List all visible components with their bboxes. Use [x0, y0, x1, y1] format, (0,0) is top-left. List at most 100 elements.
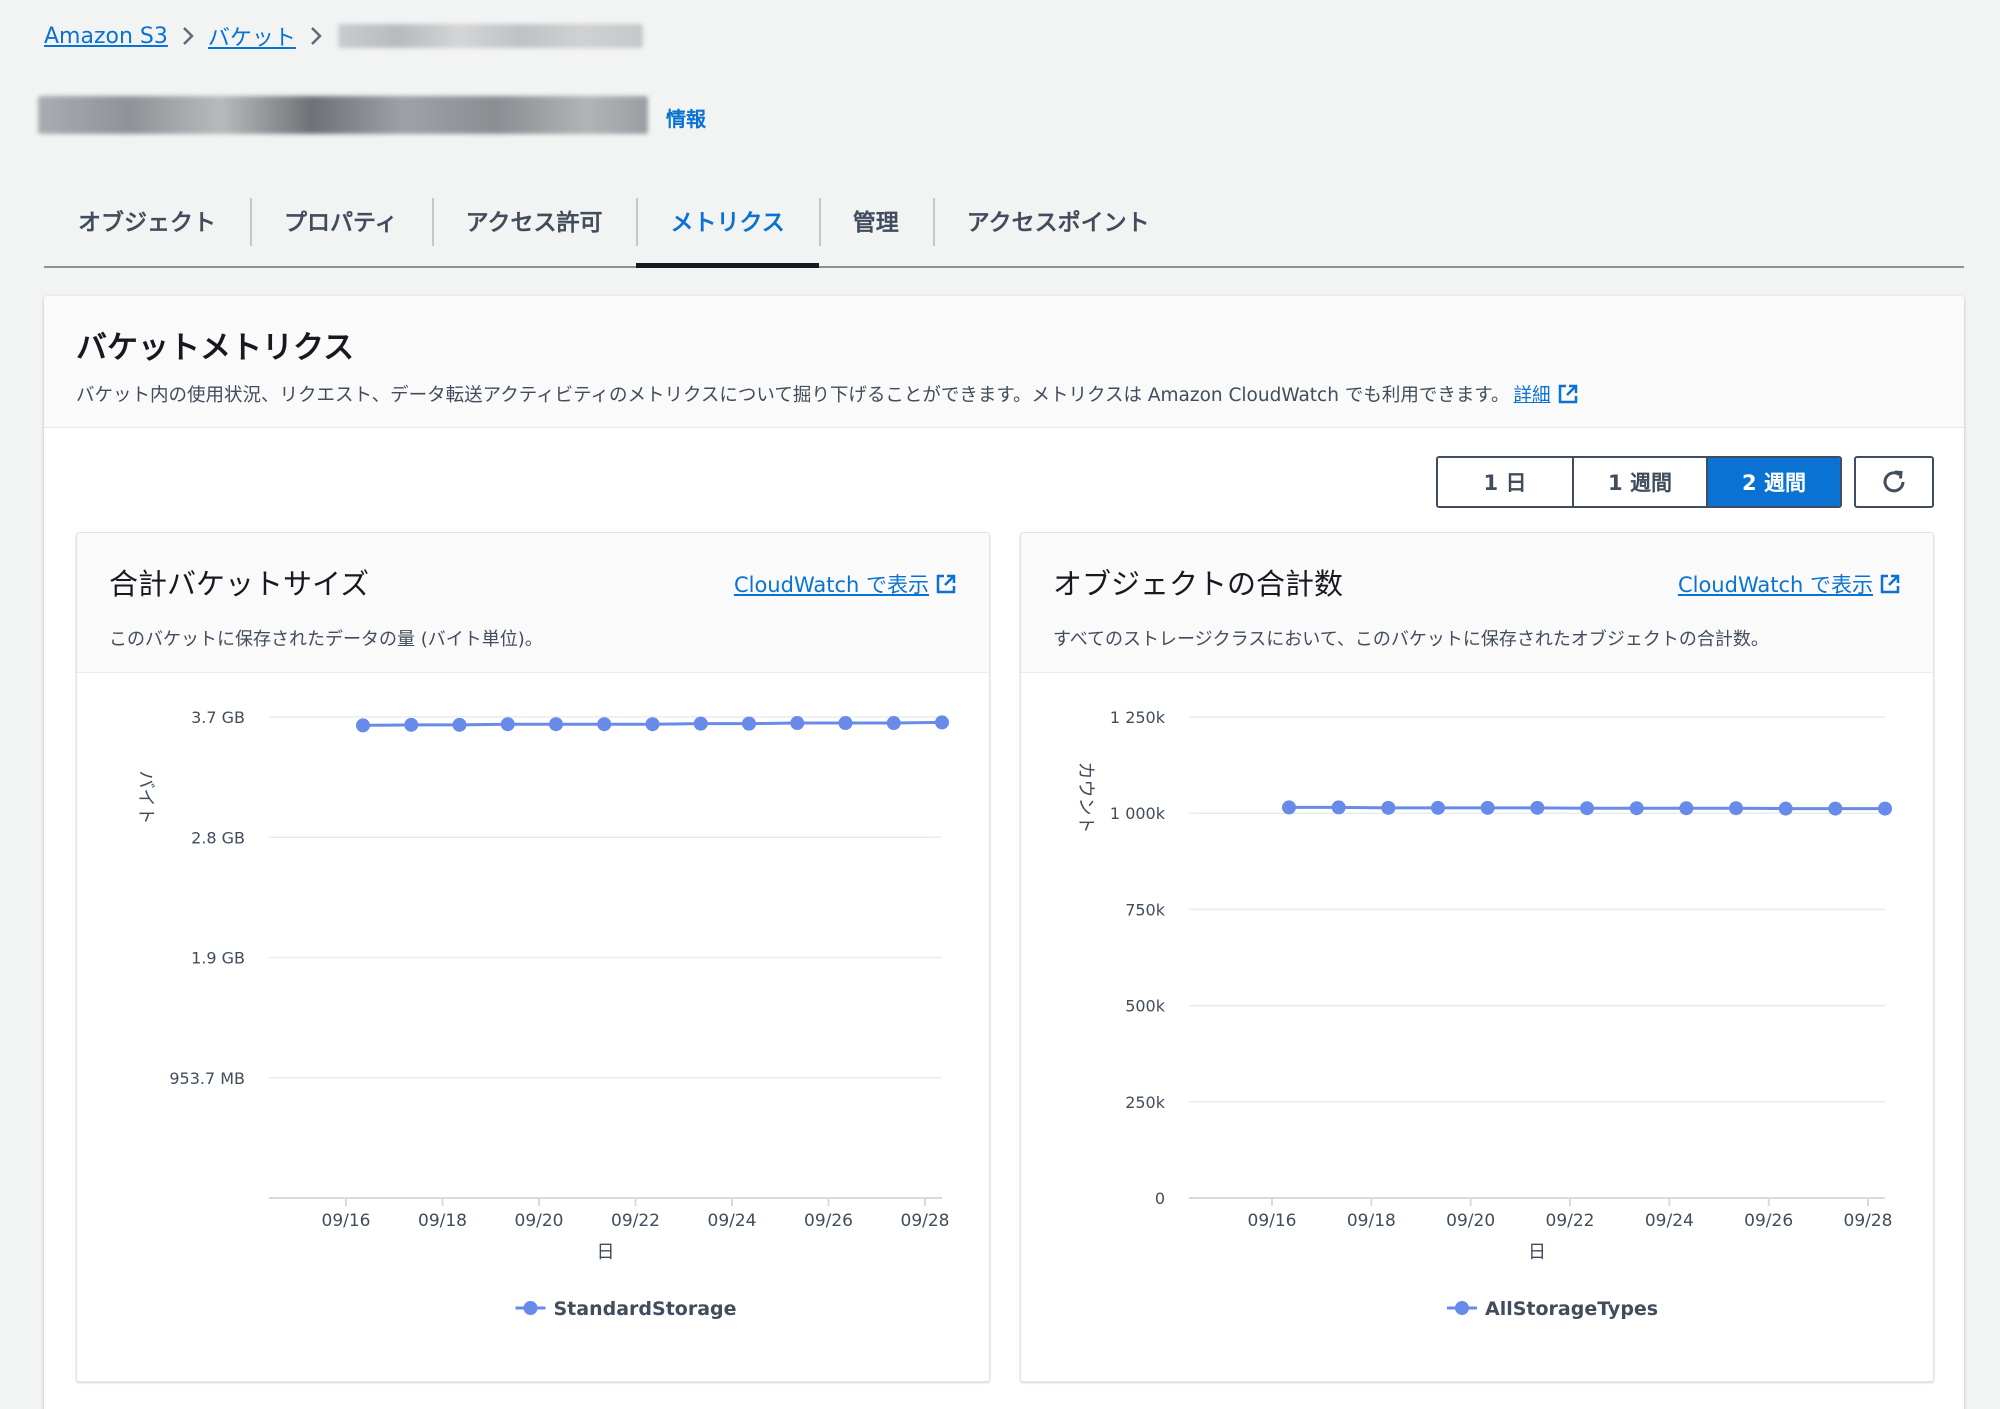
section-title: バケットメトリクス [76, 330, 355, 366]
legend-marker [1455, 1301, 1469, 1315]
legend-marker [523, 1301, 538, 1315]
tab-permissions[interactable]: アクセス許可 [431, 190, 637, 266]
x-tick-label: 09/26 [804, 1211, 853, 1231]
data-point [1431, 800, 1445, 815]
external-link-icon [1880, 574, 1900, 594]
tab-access-points[interactable]: アクセスポイント [932, 190, 1184, 266]
panel-header: オブジェクトの合計数 すべてのストレージクラスにおいて、このバケットに保存された… [1021, 533, 1933, 673]
bucket-size-chart: 953.7 MB 1.9 GB 2.8 GB 3.7 GB 09/16 09/18 09/2… [135, 708, 950, 1320]
refresh-button[interactable] [1854, 456, 1934, 508]
data-point [1530, 800, 1545, 815]
x-tick-label: 09/26 [1744, 1211, 1793, 1231]
data-point [1679, 801, 1694, 816]
section-description: バケット内の使用状況、リクエスト、データ転送アクティビティのメトリクスについて掘… [76, 381, 1932, 407]
y-tick-label: 1 250k [1110, 708, 1166, 727]
panel-header: 合計バケットサイズ このバケットに保存されたデータの量 (バイト単位)。 Clo… [77, 533, 989, 673]
chevron-right-icon [296, 25, 336, 47]
data-point [356, 718, 370, 733]
x-axis-title: 日 [597, 1242, 615, 1263]
data-point [549, 717, 563, 732]
tab-management[interactable]: 管理 [818, 190, 933, 266]
data-point [1629, 801, 1644, 816]
data-point [645, 717, 660, 732]
breadcrumb: Amazon S3 バケット [44, 18, 643, 54]
data-point [404, 717, 419, 732]
learn-more-link[interactable]: 詳細 [1513, 381, 1550, 407]
data-point [886, 716, 901, 731]
x-tick-label: 09/20 [1446, 1211, 1495, 1231]
x-tick-label: 09/16 [322, 1211, 371, 1231]
time-range-selector: 1 日 1 週間 2 週間 [1436, 456, 1934, 508]
breadcrumb-bucket-name-redacted [337, 24, 643, 48]
y-tick-label: 953.7 MB [169, 1069, 245, 1088]
data-point [935, 715, 949, 730]
x-tick-label: 09/20 [515, 1211, 564, 1231]
data-point [1828, 801, 1843, 816]
tab-metrics[interactable]: メトリクス [636, 190, 820, 268]
tab-objects[interactable]: オブジェクト [44, 190, 250, 266]
view-in-cloudwatch-link[interactable]: CloudWatch で表示 [1678, 569, 1901, 599]
data-point [1878, 801, 1892, 816]
y-tick-label: 750k [1125, 900, 1166, 919]
y-tick-label: 3.7 GB [191, 708, 245, 727]
chevron-right-icon [168, 25, 208, 47]
info-link[interactable]: 情報 [666, 103, 706, 132]
refresh-icon [1883, 470, 1905, 493]
y-tick-label: 0 [1155, 1189, 1165, 1208]
data-point [1778, 801, 1793, 816]
x-tick-label: 09/28 [901, 1211, 950, 1231]
x-tick-label: 09/22 [1546, 1211, 1595, 1231]
external-link-icon [936, 574, 956, 594]
x-tick-label: 09/24 [708, 1211, 757, 1231]
bucket-name-redacted [38, 96, 648, 134]
tab-bar: オブジェクト プロパティ アクセス許可 メトリクス 管理 アクセスポイント [44, 190, 1964, 268]
total-bucket-size-panel: 合計バケットサイズ このバケットに保存されたデータの量 (バイト単位)。 Clo… [76, 532, 990, 1382]
data-point [693, 716, 708, 731]
data-point [500, 717, 515, 732]
legend-label: AllStorageTypes [1485, 1298, 1658, 1320]
panel-description: このバケットに保存されたデータの量 (バイト単位)。 [109, 629, 543, 650]
page-title: 情報 [38, 96, 706, 134]
y-axis-title: カウント [1075, 762, 1096, 834]
data-point [452, 717, 467, 732]
total-objects-panel: オブジェクトの合計数 すべてのストレージクラスにおいて、このバケットに保存された… [1020, 532, 1934, 1382]
data-point [838, 716, 853, 731]
y-axis-title: バイト [135, 771, 156, 825]
y-tick-label: 2.8 GB [191, 828, 245, 847]
x-tick-label: 09/24 [1645, 1211, 1694, 1231]
tab-properties[interactable]: プロパティ [250, 190, 432, 266]
data-point [1580, 801, 1594, 816]
object-count-chart: 0 250k 500k 750k 1 000k 1 250k 09/16 09/18 09/20… [1075, 708, 1893, 1320]
data-point [1381, 800, 1396, 815]
y-tick-label: 1.9 GB [191, 949, 245, 968]
y-tick-label: 500k [1125, 997, 1166, 1016]
panel-description: すべてのストレージクラスにおいて、このバケットに保存されたオブジェクトの合計数。 [1053, 629, 1769, 650]
data-point [790, 716, 805, 731]
breadcrumb-buckets[interactable]: バケット [208, 20, 296, 52]
section-description-text: バケット内の使用状況、リクエスト、データ転送アクティビティのメトリクスについて掘… [76, 385, 1510, 406]
data-point [1729, 801, 1743, 816]
x-tick-label: 09/22 [611, 1211, 660, 1231]
segmented-control: 1 日 1 週間 2 週間 [1436, 456, 1842, 508]
x-axis-title: 日 [1528, 1242, 1546, 1263]
x-tick-label: 09/28 [1844, 1211, 1893, 1231]
data-point [597, 717, 612, 732]
range-1-day-button[interactable]: 1 日 [1438, 458, 1572, 506]
y-tick-label: 250k [1125, 1093, 1166, 1112]
y-tick-label: 1 000k [1110, 804, 1166, 823]
data-point [1480, 800, 1495, 815]
legend-label: StandardStorage [554, 1298, 737, 1320]
data-point [1282, 800, 1296, 815]
range-1-week-button[interactable]: 1 週間 [1572, 458, 1706, 506]
x-tick-label: 09/16 [1248, 1211, 1297, 1231]
data-point [1331, 800, 1346, 815]
range-2-weeks-button[interactable]: 2 週間 [1706, 458, 1840, 506]
external-link-icon [1558, 384, 1577, 404]
data-point [742, 716, 756, 731]
bucket-metrics-container: バケットメトリクス バケット内の使用状況、リクエスト、データ転送アクティビティの… [44, 296, 1964, 1409]
bucket-metrics-header: バケットメトリクス バケット内の使用状況、リクエスト、データ転送アクティビティの… [44, 296, 1964, 428]
x-tick-label: 09/18 [418, 1211, 467, 1231]
x-tick-label: 09/18 [1347, 1211, 1396, 1231]
breadcrumb-amazon-s3[interactable]: Amazon S3 [44, 24, 168, 49]
view-in-cloudwatch-link[interactable]: CloudWatch で表示 [734, 569, 957, 599]
